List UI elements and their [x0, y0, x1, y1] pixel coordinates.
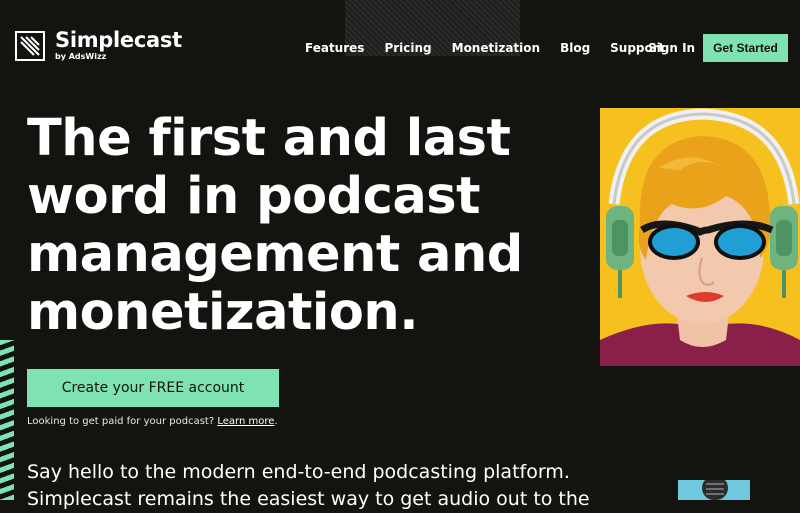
logo-mark-icon	[15, 30, 45, 61]
main-nav: Features Pricing Monetization Blog Suppo…	[305, 41, 684, 55]
headphones-portrait-illustration	[600, 108, 800, 366]
intro-paragraph: Say hello to the modern end-to-end podca…	[27, 461, 590, 510]
nav-item-monetization[interactable]: Monetization	[452, 41, 540, 55]
monetization-note: Looking to get paid for your podcast? Le…	[27, 416, 278, 427]
nav-item-features[interactable]: Features	[305, 41, 364, 55]
decorative-stripes	[0, 340, 14, 500]
sign-in-link[interactable]: Sign In	[648, 41, 695, 55]
logo[interactable]: Simplecast by AdsWizz	[15, 30, 182, 61]
nav-item-pricing[interactable]: Pricing	[384, 41, 431, 55]
logo-subtitle: by AdsWizz	[55, 52, 107, 61]
logo-name: Simplecast	[55, 28, 182, 52]
nav-item-blog[interactable]: Blog	[560, 41, 590, 55]
site-header: Simplecast by AdsWizz Features Pricing M…	[0, 0, 800, 96]
get-started-button[interactable]: Get Started	[703, 34, 788, 62]
microphone-illustration	[678, 480, 750, 500]
hero-headline: The first and last word in podcast manag…	[27, 109, 523, 342]
monetization-note-text: Looking to get paid for your podcast?	[27, 416, 215, 427]
learn-more-link[interactable]: Learn more	[217, 416, 274, 427]
create-free-account-button[interactable]: Create your FREE account	[27, 369, 279, 407]
monetization-note-period: .	[274, 416, 278, 427]
